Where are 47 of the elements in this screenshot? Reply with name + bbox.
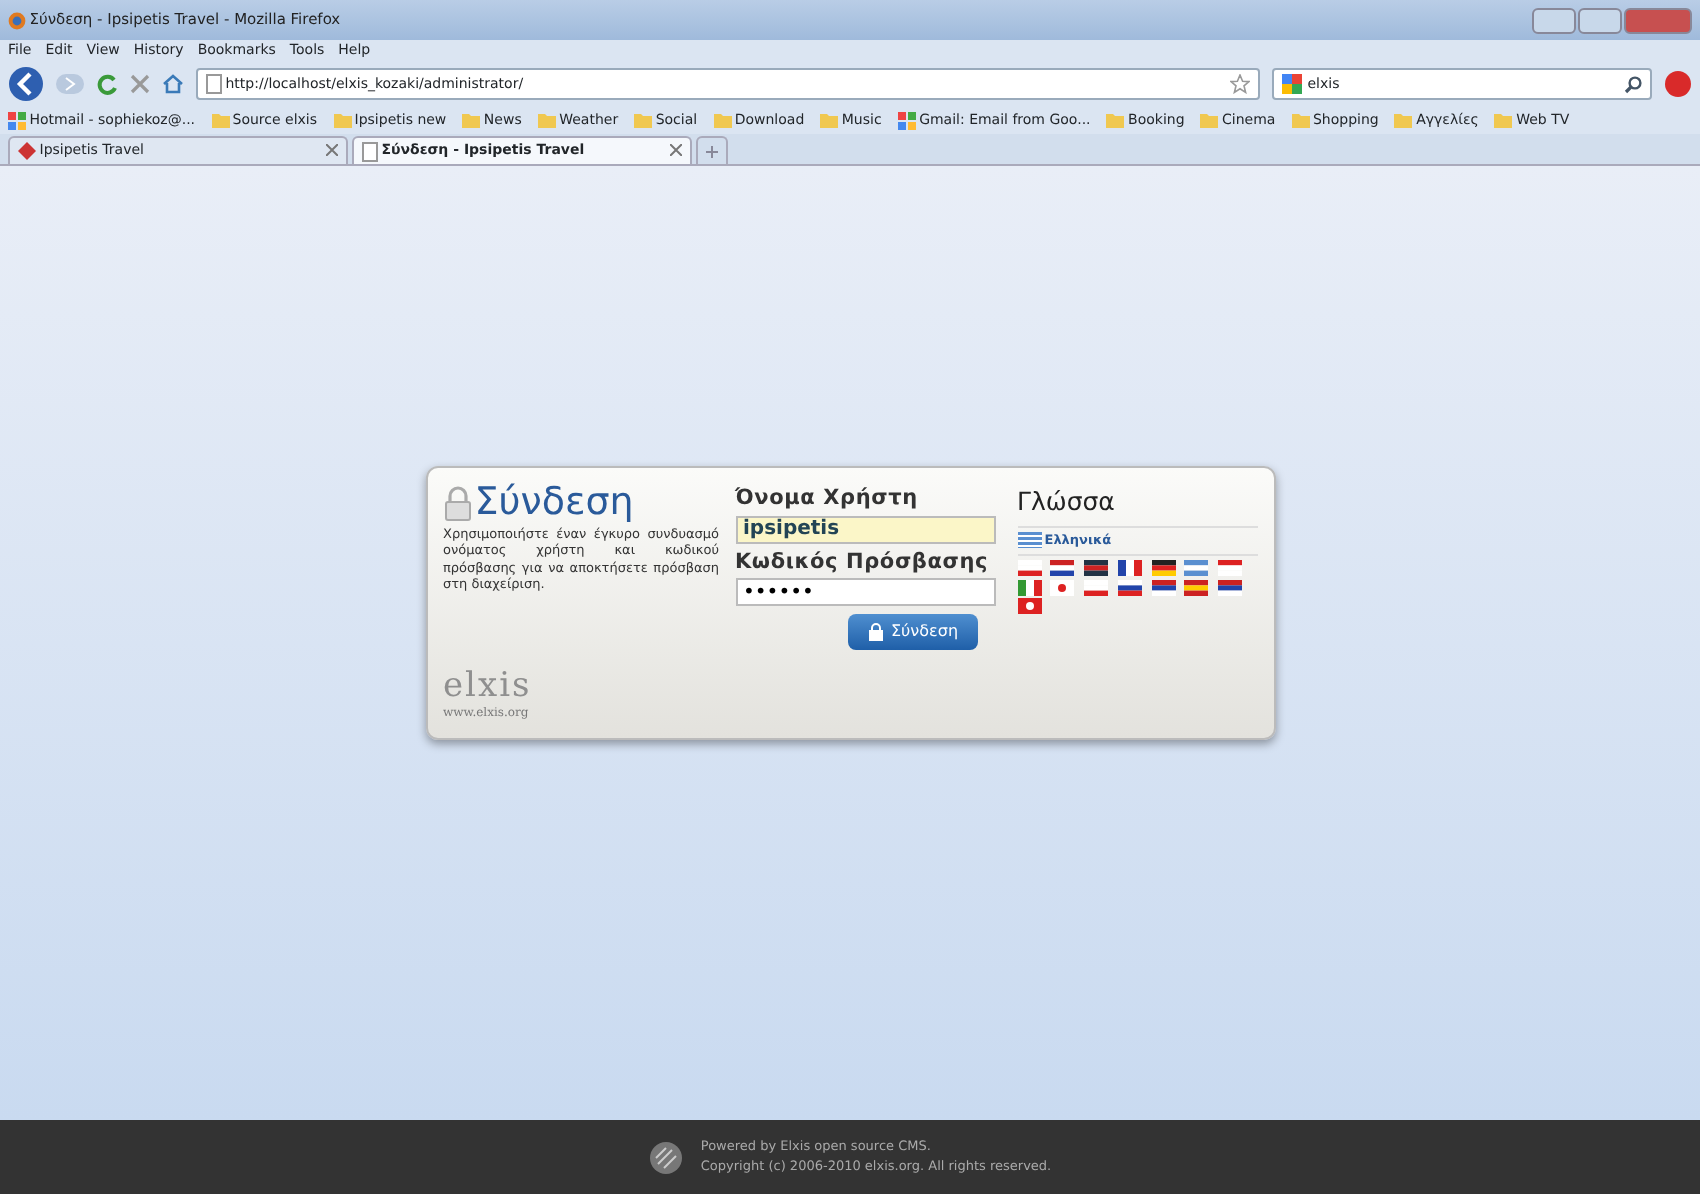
language-title: Γλώσσα — [1017, 484, 1257, 528]
diamond-icon — [18, 142, 36, 160]
plus-icon — [706, 145, 718, 157]
flag-icon[interactable] — [1151, 559, 1175, 576]
folder-icon — [462, 112, 481, 128]
reload-icon[interactable] — [96, 73, 118, 95]
back-icon[interactable] — [8, 66, 44, 102]
site-icon — [897, 111, 916, 129]
padlock-icon — [443, 485, 471, 521]
folder-icon — [713, 112, 732, 128]
flag-icon[interactable] — [1218, 579, 1242, 595]
page-icon — [362, 141, 378, 161]
elxis-logo: elxis — [443, 670, 534, 704]
elxis-logo-icon — [648, 1139, 685, 1175]
flag-icon[interactable] — [1050, 559, 1075, 576]
close-tab-icon[interactable] — [670, 144, 682, 157]
flag-icon[interactable] — [1117, 559, 1142, 576]
flag-icon[interactable] — [1084, 559, 1108, 576]
home-icon[interactable] — [162, 74, 184, 94]
close-button[interactable] — [1624, 7, 1692, 33]
username-field[interactable]: ipsipetis — [735, 515, 995, 544]
close-tab-icon[interactable] — [326, 144, 338, 157]
star-icon[interactable] — [1230, 74, 1250, 94]
folder-icon — [333, 112, 352, 128]
browser-logo-icon — [8, 11, 26, 29]
password-field[interactable]: •••••• — [735, 578, 995, 607]
new-tab-button[interactable] — [696, 136, 728, 164]
flag-icon[interactable] — [1117, 579, 1142, 595]
folder-icon — [634, 112, 653, 128]
username-label: Όνομα Χρήστη — [735, 484, 920, 514]
folder-icon — [1291, 112, 1310, 128]
padlock-icon — [867, 621, 883, 642]
site-icon — [8, 111, 26, 129]
folder-icon — [1106, 112, 1125, 128]
page-icon — [206, 74, 222, 94]
folder-icon — [537, 112, 556, 128]
folder-icon — [820, 112, 839, 128]
folder-icon — [211, 112, 230, 128]
login-title: Σύνδεση — [474, 484, 634, 522]
folder-icon — [1494, 112, 1513, 128]
flag-icon — [1017, 532, 1041, 549]
password-label: Κωδικός Πρόσβασης — [735, 547, 991, 577]
flag-icon[interactable] — [1151, 579, 1175, 595]
folder-icon — [1200, 112, 1219, 128]
folder-icon — [1394, 112, 1413, 128]
login-button[interactable]: Σύνδεση — [847, 613, 979, 650]
search-icon[interactable] — [1624, 75, 1642, 93]
